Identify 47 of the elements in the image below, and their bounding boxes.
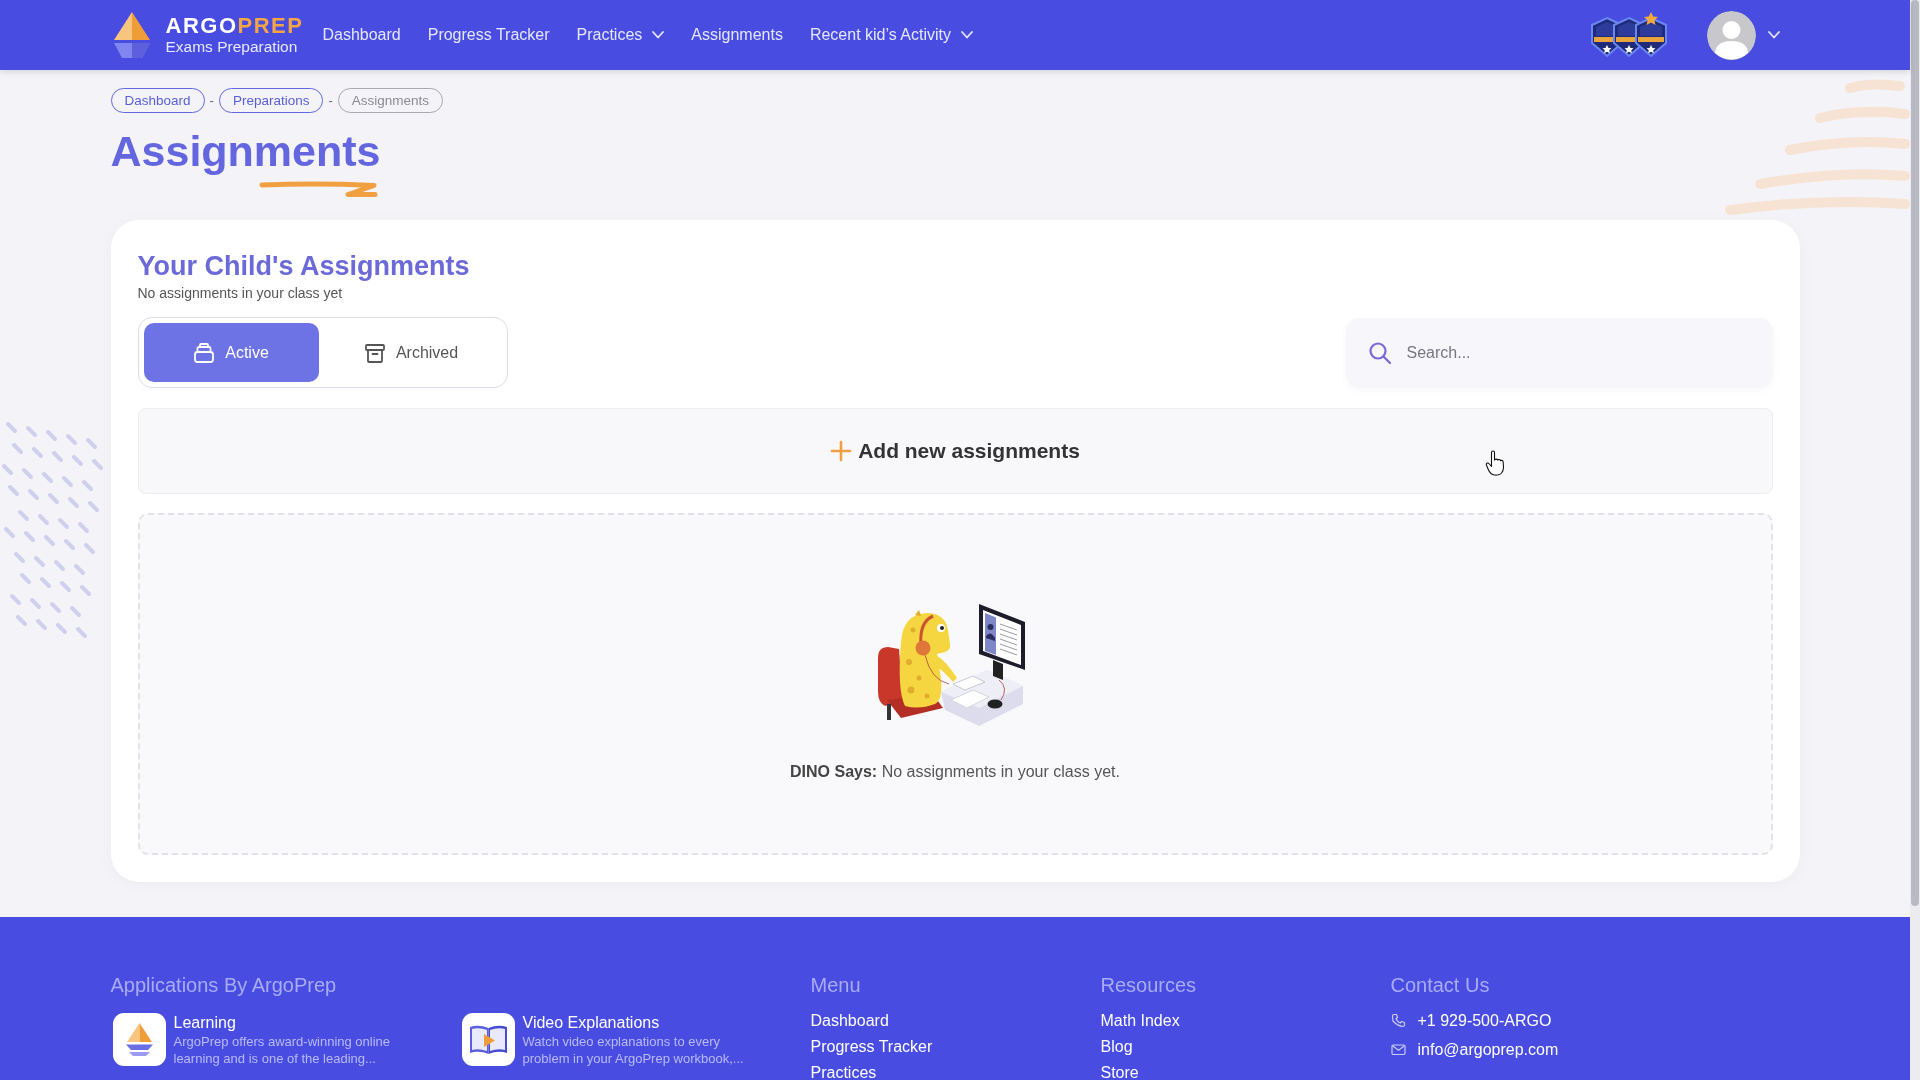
user-avatar[interactable]: [1706, 10, 1756, 60]
search-field[interactable]: Search...: [1345, 317, 1773, 388]
search-icon: [1367, 340, 1392, 365]
plus-icon: [830, 440, 853, 462]
footer-link[interactable]: Practices: [810, 1060, 877, 1080]
phone-icon: [1390, 1013, 1406, 1028]
scrollbar-thumb[interactable]: [1911, 0, 1919, 906]
footer-link[interactable]: Math Index: [1100, 1008, 1180, 1034]
contact-link[interactable]: +1 929-500-ARGO: [1417, 1011, 1552, 1030]
page-title: Assignments: [110, 126, 382, 177]
scrollbar-track[interactable]: [1910, 0, 1920, 1080]
footer-link[interactable]: Dashboard: [810, 1008, 889, 1034]
section-subtitle: No assignments in your class yet: [137, 284, 344, 302]
chevron-down-icon[interactable]: [1767, 31, 1780, 39]
contact-link[interactable]: info@argoprep.com: [1417, 1040, 1559, 1059]
empty-state-message: DINO Says: No assignments in your class yet.: [790, 762, 1120, 782]
footer-heading: Resources: [1100, 973, 1198, 997]
breadcrumb-separator: -: [209, 93, 214, 108]
brand-name[interactable]: ARGOPREP: [165, 14, 304, 38]
section-title: Your Child's Assignments: [137, 250, 471, 282]
tray-icon: [193, 341, 216, 364]
hand-cursor-icon: [1485, 450, 1505, 476]
breadcrumb-separator: -: [328, 93, 333, 108]
tab[interactable]: Active: [143, 323, 319, 382]
add-assignments-button[interactable]: Add new assignments: [137, 408, 1773, 494]
nav-link[interactable]: Practices: [576, 26, 665, 44]
app-name[interactable]: Learning: [173, 1013, 414, 1033]
nav-link[interactable]: Assignments: [691, 26, 783, 44]
archive-box-icon: [363, 341, 386, 364]
app-name[interactable]: Video Explanations: [522, 1013, 763, 1033]
sailboat-logo-icon: [112, 1013, 166, 1066]
footer-link[interactable]: Blog: [1100, 1034, 1133, 1060]
footer-link[interactable]: Store: [1100, 1060, 1139, 1080]
footer-heading: Menu: [810, 973, 862, 997]
nav-link[interactable]: Recent kid’s Activity: [809, 26, 973, 44]
tab[interactable]: Archived: [320, 323, 502, 382]
footer-heading: Applications By ArgoPrep: [110, 973, 338, 997]
mail-icon: [1390, 1042, 1406, 1057]
app-description: ArgoPrep offers award-winning online learning and is one of the leading...: [173, 1033, 392, 1067]
footer-heading: Contact Us: [1390, 973, 1491, 997]
book-play-icon: [461, 1013, 515, 1066]
brand-tagline: Exams Preparation: [165, 38, 299, 56]
nav-link[interactable]: Dashboard: [322, 26, 401, 44]
app-description: Watch video explanations to every problem in your ArgoPrep workbook,...: [522, 1033, 745, 1067]
badge-icon: [1632, 12, 1669, 58]
footer-link[interactable]: Progress Tracker: [810, 1034, 933, 1060]
nav-link[interactable]: Progress Tracker: [427, 26, 550, 44]
